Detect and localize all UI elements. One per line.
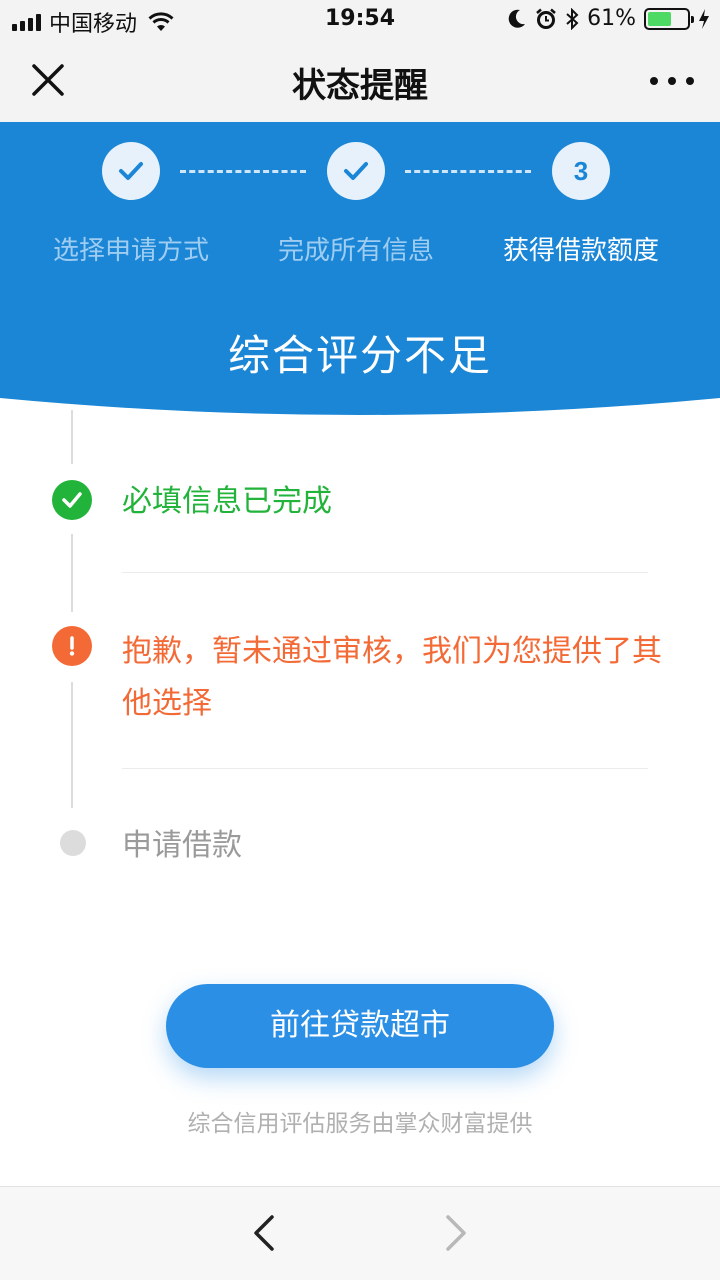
timeline-divider-2 <box>122 768 648 769</box>
result-title: 综合评分不足 <box>227 331 492 380</box>
loan-market-button[interactable]: 前往贷款超市 <box>166 984 554 1068</box>
progress-header: 3 选择申请方式 完成所有信息 获得借款额度 综合评分不足 <box>0 122 720 422</box>
timeline-item-apply: 申请借款 <box>122 828 242 863</box>
step-connector-2 <box>405 170 531 173</box>
provider-footnote: 综合信用评估服务由掌众财富提供 <box>187 1111 533 1137</box>
charging-icon <box>699 8 709 29</box>
status-right: 61% <box>507 6 710 31</box>
gray-dot-icon <box>60 830 86 856</box>
battery-fill <box>648 11 672 26</box>
status-bar: 中国移动 19:54 61% <box>0 0 720 40</box>
moon-icon <box>508 9 526 28</box>
timeline-item-rejected: 抱歉，暂未通过审核，我们为您提供了其他选择 <box>122 634 662 721</box>
step-3-number-text: 3 <box>573 155 589 186</box>
step-2-check-icon <box>327 142 385 200</box>
timeline-item-completed: 必填信息已完成 <box>122 484 332 519</box>
timeline-line-mid <box>71 534 73 612</box>
step-1-label: 选择申请方式 <box>52 236 209 266</box>
browser-bottom-bar <box>0 1186 720 1280</box>
battery-icon <box>644 7 694 30</box>
timeline-divider-1 <box>122 572 648 573</box>
step-3-label: 获得借款额度 <box>502 236 659 266</box>
page-title: 状态提醒 <box>292 66 428 106</box>
battery-percent: 61% <box>587 6 636 31</box>
step-connector-1 <box>180 170 306 173</box>
check-circle-icon <box>52 480 92 520</box>
timeline-line-bottom <box>71 682 73 808</box>
step-1-check-icon <box>102 142 160 200</box>
alarm-icon <box>536 8 556 29</box>
exclamation-circle-icon <box>52 626 92 666</box>
chevron-left-icon[interactable] <box>244 1211 284 1255</box>
timeline-line-top <box>71 410 73 464</box>
step-2-label: 完成所有信息 <box>277 236 434 266</box>
nav-bar: 状态提醒 <box>0 40 720 122</box>
bluetooth-icon <box>566 7 579 30</box>
more-icon[interactable] <box>650 66 694 96</box>
chevron-right-icon[interactable] <box>436 1211 476 1255</box>
step-3-number: 3 <box>552 142 610 200</box>
